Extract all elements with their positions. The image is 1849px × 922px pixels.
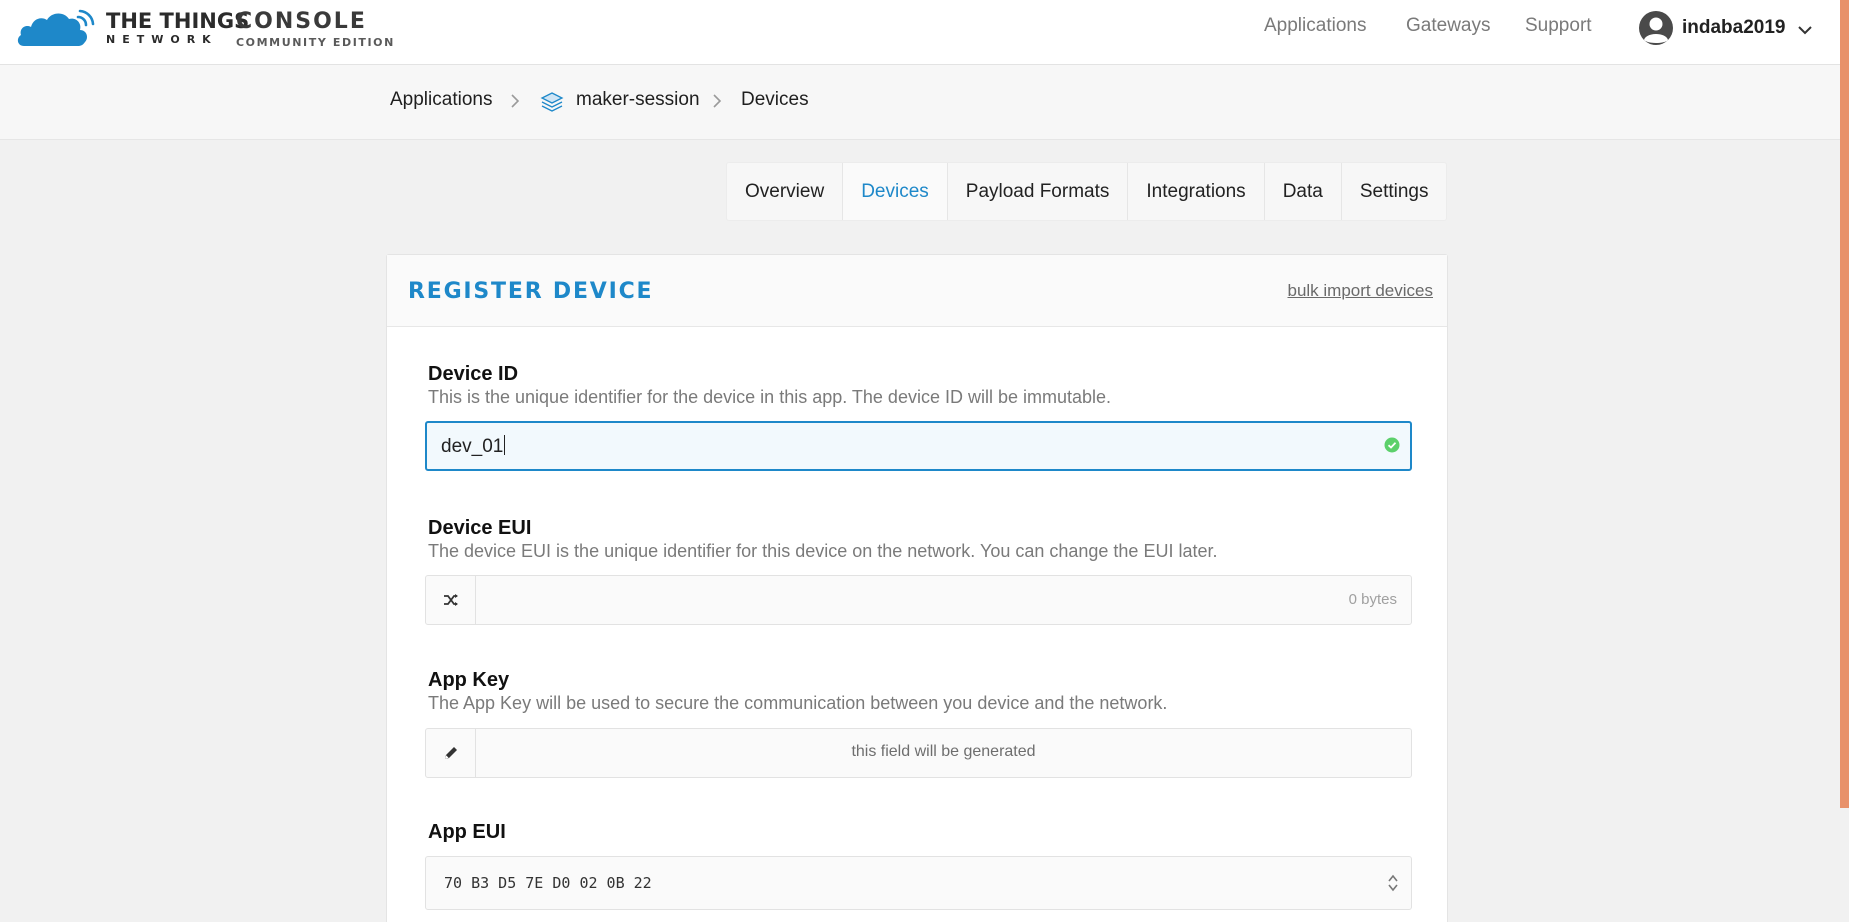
breadcrumb-current: Devices (741, 89, 809, 110)
chevron-down-icon (1797, 26, 1812, 35)
nav-applications[interactable]: Applications (1264, 15, 1366, 37)
device-id-label: Device ID (428, 363, 519, 385)
byte-count: 0 bytes (1348, 591, 1397, 608)
tab-data[interactable]: Data (1265, 163, 1342, 220)
page-scrollbar[interactable] (1840, 0, 1849, 808)
app-eui-select[interactable]: 70 B3 D5 7E D0 02 0B 22 (425, 856, 1412, 910)
device-id-help: This is the unique identifier for the de… (428, 387, 1112, 407)
breadcrumb: Applications maker-session Devices (0, 65, 1849, 140)
console-label: CONSOLE COMMUNITY EDITION (236, 9, 395, 49)
device-eui-help: The device EUI is the unique identifier … (428, 541, 1218, 561)
app-key-help: The App Key will be used to secure the c… (428, 693, 1168, 713)
user-avatar-icon (1639, 11, 1673, 45)
nav-gateways[interactable]: Gateways (1406, 15, 1490, 37)
console-title: CONSOLE (236, 9, 367, 34)
tab-settings[interactable]: Settings (1342, 163, 1447, 220)
card-title: REGISTER DEVICE (408, 279, 654, 304)
chevron-right-icon (713, 94, 722, 108)
app-eui-value: 70 B3 D5 7E D0 02 0B 22 (444, 874, 652, 892)
text-caret (504, 435, 506, 455)
username: indaba2019 (1682, 17, 1786, 38)
console-edition: COMMUNITY EDITION (236, 36, 395, 49)
device-id-input[interactable]: dev_01 (425, 421, 1412, 471)
user-menu[interactable]: indaba2019 (1638, 10, 1812, 46)
app-key-label: App Key (428, 669, 510, 691)
app-tabs: Overview Devices Payload Formats Integra… (726, 162, 1448, 221)
tab-devices[interactable]: Devices (843, 163, 948, 220)
register-device-card: REGISTER DEVICE bulk import devices Devi… (386, 254, 1448, 922)
tab-payload-formats[interactable]: Payload Formats (948, 163, 1129, 220)
tab-overview[interactable]: Overview (727, 163, 844, 220)
chevron-right-icon (511, 94, 520, 108)
brand-name: THE THINGS (106, 9, 250, 33)
shuffle-icon (443, 594, 458, 606)
edit-app-key-button[interactable] (426, 729, 476, 777)
ttn-cloud-logo-icon (17, 9, 95, 46)
tab-integrations[interactable]: Integrations (1128, 163, 1265, 220)
device-id-value: dev_01 (441, 436, 504, 457)
spinner-arrows-icon (1388, 874, 1398, 892)
bulk-import-link[interactable]: bulk import devices (1287, 281, 1433, 301)
breadcrumb-app[interactable]: maker-session (576, 89, 700, 111)
randomize-eui-button[interactable] (426, 576, 476, 624)
card-header: REGISTER DEVICE bulk import devices (387, 255, 1447, 327)
pencil-icon (444, 747, 457, 759)
device-eui-input[interactable]: 0 bytes (425, 575, 1412, 625)
app-eui-label: App EUI (428, 821, 506, 843)
breadcrumb-applications[interactable]: Applications (390, 89, 492, 111)
logo[interactable]: THE THINGS NETWORK (16, 8, 249, 48)
nav-support[interactable]: Support (1525, 15, 1592, 37)
device-eui-label: Device EUI (428, 517, 532, 539)
check-circle-icon (1384, 437, 1400, 453)
top-bar: THE THINGS NETWORK CONSOLE COMMUNITY EDI… (0, 0, 1849, 65)
brand-subname: NETWORK (106, 33, 218, 46)
layers-icon (540, 92, 564, 112)
app-key-input[interactable]: this field will be generated (425, 728, 1412, 778)
app-key-placeholder: this field will be generated (851, 743, 1036, 760)
